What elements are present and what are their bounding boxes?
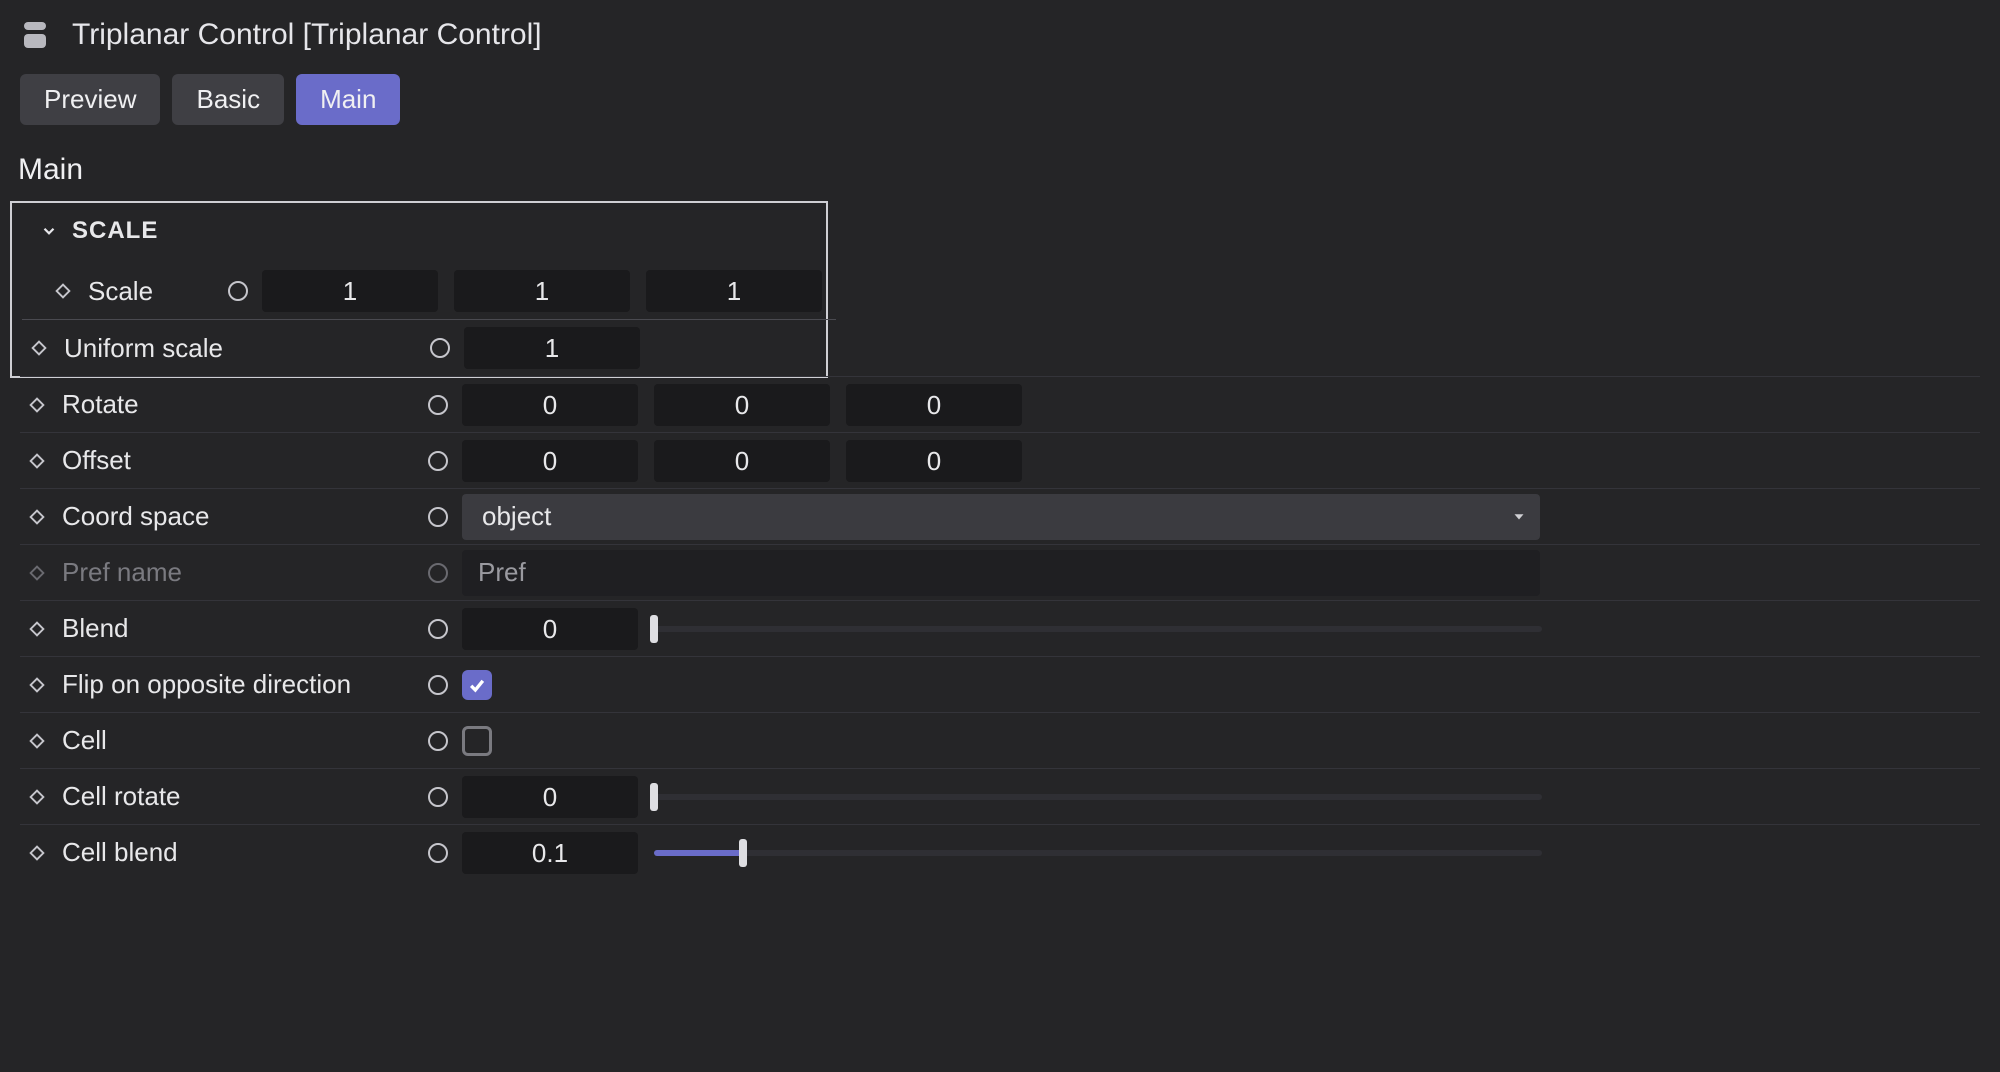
keyframe-diamond-icon[interactable]: [20, 676, 54, 694]
scale-x-input[interactable]: 1: [262, 270, 438, 312]
keyframe-diamond-icon[interactable]: [22, 339, 56, 357]
keyframe-diamond-icon[interactable]: [20, 732, 54, 750]
tab-bar: Preview Basic Main: [20, 74, 1980, 125]
input-indicator-icon[interactable]: [428, 731, 448, 751]
param-cell-rotate-label: Cell rotate: [54, 781, 181, 812]
keyframe-diamond-icon[interactable]: [20, 508, 54, 526]
node-icon: [20, 20, 50, 50]
keyframe-diamond-icon[interactable]: [20, 788, 54, 806]
tab-basic[interactable]: Basic: [172, 74, 284, 125]
pref-name-placeholder: Pref: [478, 557, 526, 588]
param-cell-rotate-row: Cell rotate 0: [20, 768, 1980, 824]
param-flip-row: Flip on opposite direction: [20, 656, 1980, 712]
node-title: Triplanar Control [Triplanar Control]: [72, 18, 542, 52]
input-indicator-icon: [428, 563, 448, 583]
param-pref-name-label: Pref name: [54, 557, 182, 588]
param-pref-name-row: Pref name Pref: [20, 544, 1980, 600]
flip-checkbox[interactable]: [462, 670, 492, 700]
group-scale-header[interactable]: SCALE: [22, 203, 826, 263]
param-blend-row: Blend 0: [20, 600, 1980, 656]
coord-space-value: object: [482, 501, 551, 532]
tab-main[interactable]: Main: [296, 74, 400, 125]
scale-group-highlight: SCALE Scale 1 1 1 Uniform scale: [10, 201, 828, 378]
param-cell-blend-row: Cell blend 0.1: [20, 824, 1980, 880]
keyframe-diamond-icon[interactable]: [20, 844, 54, 862]
cell-checkbox[interactable]: [462, 726, 492, 756]
param-offset-label: Offset: [54, 445, 131, 476]
param-offset-row: Offset 0 0 0: [20, 432, 1980, 488]
input-indicator-icon[interactable]: [428, 507, 448, 527]
param-rotate-label: Rotate: [54, 389, 139, 420]
param-rotate-row: Rotate 0 0 0: [20, 376, 1980, 432]
param-scale-row: Scale 1 1 1: [22, 263, 826, 319]
tab-preview[interactable]: Preview: [20, 74, 160, 125]
input-indicator-icon[interactable]: [428, 451, 448, 471]
coord-space-select[interactable]: object: [462, 494, 1540, 540]
rotate-x-input[interactable]: 0: [462, 384, 638, 426]
keyframe-diamond-icon[interactable]: [20, 452, 54, 470]
cell-rotate-slider[interactable]: [654, 776, 1542, 818]
offset-x-input[interactable]: 0: [462, 440, 638, 482]
param-cell-row: Cell: [20, 712, 1980, 768]
uniform-scale-input[interactable]: 1: [464, 327, 640, 369]
chevron-down-icon: [40, 222, 58, 240]
pref-name-input[interactable]: Pref: [462, 550, 1540, 596]
param-flip-label: Flip on opposite direction: [54, 669, 351, 700]
input-indicator-icon[interactable]: [228, 281, 248, 301]
param-scale-label: Scale: [80, 276, 153, 307]
rotate-y-input[interactable]: 0: [654, 384, 830, 426]
dropdown-caret-icon: [1510, 501, 1528, 532]
keyframe-diamond-icon[interactable]: [20, 396, 54, 414]
param-uniform-scale-label: Uniform scale: [56, 333, 223, 364]
input-indicator-icon[interactable]: [430, 338, 450, 358]
input-indicator-icon[interactable]: [428, 843, 448, 863]
blend-slider[interactable]: [654, 608, 1542, 650]
scale-z-input[interactable]: 1: [646, 270, 822, 312]
param-coord-space-row: Coord space object: [20, 488, 1980, 544]
input-indicator-icon[interactable]: [428, 787, 448, 807]
input-indicator-icon[interactable]: [428, 675, 448, 695]
blend-input[interactable]: 0: [462, 608, 638, 650]
input-indicator-icon[interactable]: [428, 619, 448, 639]
offset-y-input[interactable]: 0: [654, 440, 830, 482]
scale-y-input[interactable]: 1: [454, 270, 630, 312]
cell-blend-slider[interactable]: [654, 832, 1542, 874]
keyframe-diamond-icon[interactable]: [46, 282, 80, 300]
keyframe-diamond-icon: [20, 564, 54, 582]
section-title: Main: [18, 153, 1980, 187]
param-coord-space-label: Coord space: [54, 501, 209, 532]
param-cell-label: Cell: [54, 725, 107, 756]
cell-blend-input[interactable]: 0.1: [462, 832, 638, 874]
offset-z-input[interactable]: 0: [846, 440, 1022, 482]
rotate-z-input[interactable]: 0: [846, 384, 1022, 426]
param-cell-blend-label: Cell blend: [54, 837, 178, 868]
param-uniform-scale-row: Uniform scale 1: [22, 320, 826, 376]
keyframe-diamond-icon[interactable]: [20, 620, 54, 638]
group-scale-label: SCALE: [72, 217, 158, 245]
input-indicator-icon[interactable]: [428, 395, 448, 415]
param-blend-label: Blend: [54, 613, 129, 644]
cell-rotate-input[interactable]: 0: [462, 776, 638, 818]
